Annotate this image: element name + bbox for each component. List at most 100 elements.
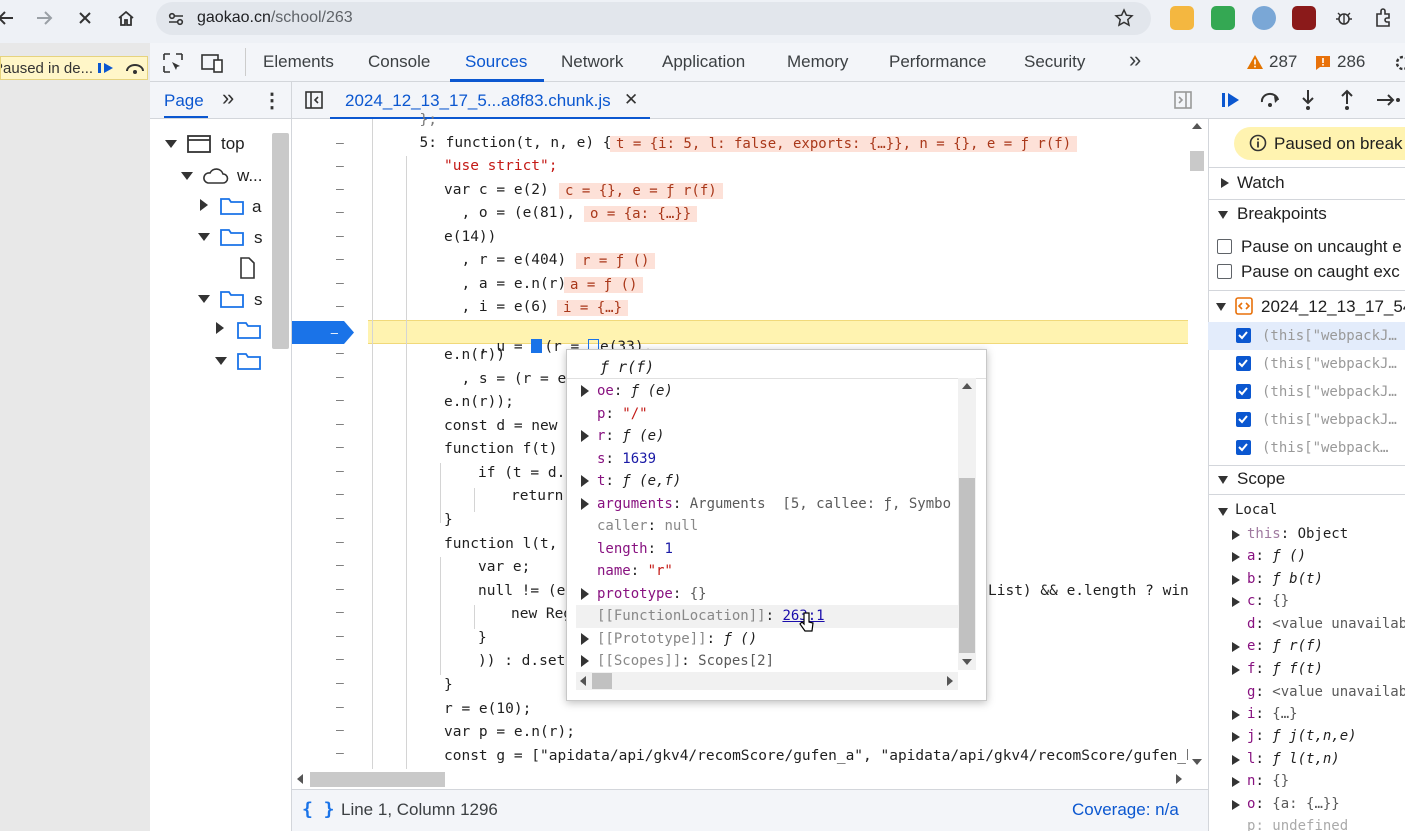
expand-icon[interactable]: [198, 233, 210, 241]
inspect-element-icon[interactable]: [162, 52, 184, 74]
code-line[interactable]: e.n(r));: [444, 394, 514, 410]
scrollbar-thumb[interactable]: [1190, 151, 1204, 171]
expand-icon[interactable]: [1232, 755, 1240, 765]
tab-elements[interactable]: Elements: [263, 52, 334, 72]
code-line[interactable]: , i = e(6): [444, 299, 548, 315]
expand-icon[interactable]: [581, 655, 589, 667]
step-into-icon[interactable]: [1298, 88, 1318, 112]
popover-row[interactable]: oe: ƒ (e): [597, 383, 673, 399]
gutter-marker[interactable]: –: [336, 417, 344, 432]
breakpoint-row[interactable]: (this["webpackJ…: [1208, 322, 1405, 350]
popover-row[interactable]: r: ƒ (e): [597, 428, 664, 444]
expand-icon[interactable]: [1232, 665, 1240, 675]
site-info-icon[interactable]: [166, 9, 186, 29]
expand-icon[interactable]: [1232, 642, 1240, 652]
code-line[interactable]: new Reg: [511, 606, 572, 622]
tab-application[interactable]: Application: [662, 52, 745, 72]
popover-row[interactable]: length: 1: [597, 541, 673, 557]
expand-icon[interactable]: [1232, 710, 1240, 720]
step-out-icon[interactable]: [1337, 88, 1357, 112]
scope-row[interactable]: c: {}: [1247, 593, 1289, 609]
expand-icon[interactable]: [165, 140, 177, 148]
extension-shield-icon[interactable]: [1170, 6, 1194, 30]
tree-item-origin[interactable]: w...: [237, 166, 263, 186]
scope-row[interactable]: a: ƒ (): [1247, 548, 1306, 564]
popover-vertical-scrollbar[interactable]: [958, 378, 976, 670]
warning-icon[interactable]: [1246, 54, 1264, 70]
scrollbar-thumb[interactable]: [310, 772, 445, 787]
scroll-left-arrow[interactable]: [580, 676, 586, 686]
gutter-marker[interactable]: –: [336, 629, 344, 644]
expand-icon[interactable]: [581, 498, 589, 510]
code-line[interactable]: }: [444, 677, 453, 693]
file-tab[interactable]: 2024_12_13_17_5...a8f83.chunk.js ✕: [330, 82, 650, 119]
gutter-marker[interactable]: –: [336, 252, 344, 267]
code-line[interactable]: var c = e(2): [444, 182, 549, 198]
code-line[interactable]: r = e(10);: [444, 701, 531, 717]
breakpoint-checkbox[interactable]: [1236, 440, 1251, 455]
tab-performance[interactable]: Performance: [889, 52, 986, 72]
gutter-marker[interactable]: –: [336, 299, 344, 314]
code-line[interactable]: }: [478, 630, 487, 646]
extension-counter-icon[interactable]: [1292, 6, 1316, 30]
forward-icon[interactable]: [30, 6, 58, 30]
toggle-debugger-icon[interactable]: [1173, 90, 1193, 110]
expand-icon[interactable]: [1216, 303, 1226, 311]
pretty-print-icon[interactable]: { }: [302, 799, 335, 820]
code-line[interactable]: const d = new M: [444, 418, 575, 434]
breakpoint-checkbox[interactable]: [1236, 328, 1251, 343]
warnings-count[interactable]: 287: [1269, 52, 1297, 72]
code-line[interactable]: "use strict";: [444, 158, 558, 174]
gutter-marker[interactable]: –: [336, 652, 344, 667]
gutter-marker[interactable]: –: [336, 440, 344, 455]
tab-memory[interactable]: Memory: [787, 52, 848, 72]
gutter-marker[interactable]: –: [336, 205, 344, 220]
coverage-status[interactable]: Coverage: n/a: [1072, 800, 1179, 820]
gutter-marker[interactable]: –: [336, 582, 344, 597]
scope-row[interactable]: i: {…}: [1247, 706, 1298, 722]
tab-page[interactable]: Page: [164, 91, 204, 111]
scroll-left-arrow[interactable]: [297, 774, 303, 784]
popover-row[interactable]: t: ƒ (e,f): [597, 473, 681, 489]
collapse-icon[interactable]: [200, 199, 208, 211]
scope-row[interactable]: n: {}: [1247, 773, 1289, 789]
popover-row[interactable]: name: "r": [597, 563, 673, 579]
gutter-marker[interactable]: –: [336, 182, 344, 197]
expand-icon[interactable]: [215, 357, 227, 365]
extension-code-icon[interactable]: [1211, 6, 1235, 30]
tab-console[interactable]: Console: [368, 52, 430, 72]
more-tabs-button[interactable]: »: [1129, 47, 1141, 73]
expand-icon[interactable]: [1232, 800, 1240, 810]
expand-icon[interactable]: [1232, 552, 1240, 562]
settings-gear-icon[interactable]: [1393, 53, 1405, 73]
close-tab-icon[interactable]: ✕: [624, 90, 638, 110]
popover-row[interactable]: [[Scopes]]: Scopes[2]: [597, 653, 774, 669]
gutter-marker[interactable]: –: [336, 676, 344, 691]
home-icon[interactable]: [112, 6, 140, 30]
popover-row[interactable]: [[Prototype]]: ƒ (): [597, 631, 757, 647]
expand-icon[interactable]: [581, 385, 589, 397]
resume-icon[interactable]: [1220, 90, 1244, 110]
code-line[interactable]: null != (e: [478, 583, 565, 599]
code-line[interactable]: function l(t, n: [444, 536, 575, 552]
scope-row[interactable]: p: undefined: [1247, 818, 1348, 831]
tab-sources[interactable]: Sources: [465, 52, 527, 72]
scroll-right-arrow[interactable]: [947, 676, 953, 686]
code-line[interactable]: 5: function(t, n, e) {: [402, 135, 611, 151]
popover-row[interactable]: caller: null: [597, 518, 698, 534]
popover-row[interactable]: arguments: Arguments [5, callee: ƒ, Symb…: [597, 496, 958, 512]
expand-icon[interactable]: [1218, 508, 1228, 516]
tree-item-folder-a[interactable]: a: [252, 197, 261, 217]
code-line[interactable]: if (t = d.g: [478, 465, 574, 481]
code-line[interactable]: var p = e.n(r);: [444, 724, 575, 740]
scope-row[interactable]: d: <value unavailab: [1247, 616, 1405, 632]
expand-icon[interactable]: [581, 633, 589, 645]
code-line[interactable]: return: [511, 488, 563, 504]
step-over-icon[interactable]: [124, 60, 146, 76]
gutter-marker[interactable]: –: [336, 276, 344, 291]
expand-icon[interactable]: [581, 430, 589, 442]
breakpoint-checkbox[interactable]: [1236, 384, 1251, 399]
breakpoint-checkbox[interactable]: [1236, 412, 1251, 427]
scroll-down-arrow[interactable]: [1192, 759, 1202, 765]
gutter-marker[interactable]: –: [336, 229, 344, 244]
